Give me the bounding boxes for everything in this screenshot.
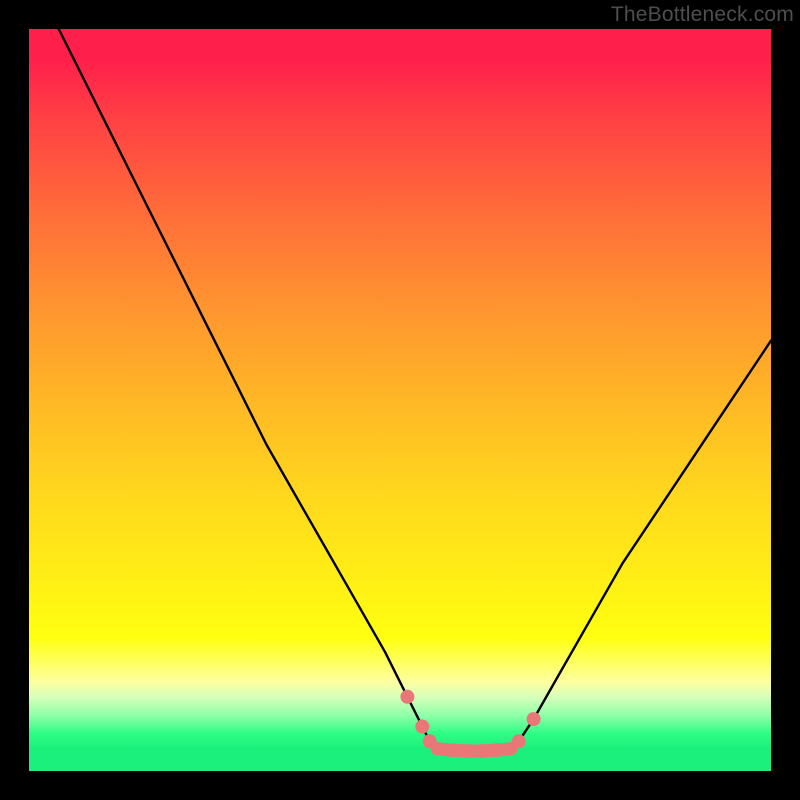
curve-marker bbox=[512, 734, 526, 748]
curve-marker bbox=[490, 743, 504, 757]
curve-marker bbox=[423, 734, 437, 748]
curve-marker bbox=[475, 744, 489, 758]
curve-markers bbox=[400, 690, 540, 758]
curve-marker bbox=[527, 712, 541, 726]
watermark-text: TheBottleneck.com bbox=[611, 3, 794, 27]
plot-area bbox=[29, 29, 771, 771]
curve-marker bbox=[400, 690, 414, 704]
chart-frame: TheBottleneck.com bbox=[0, 0, 800, 800]
curve-marker bbox=[445, 743, 459, 757]
curve-path bbox=[59, 29, 771, 751]
curve-marker bbox=[460, 744, 474, 758]
curve-layer bbox=[29, 29, 771, 771]
bottleneck-curve bbox=[59, 29, 771, 751]
curve-marker bbox=[415, 720, 429, 734]
